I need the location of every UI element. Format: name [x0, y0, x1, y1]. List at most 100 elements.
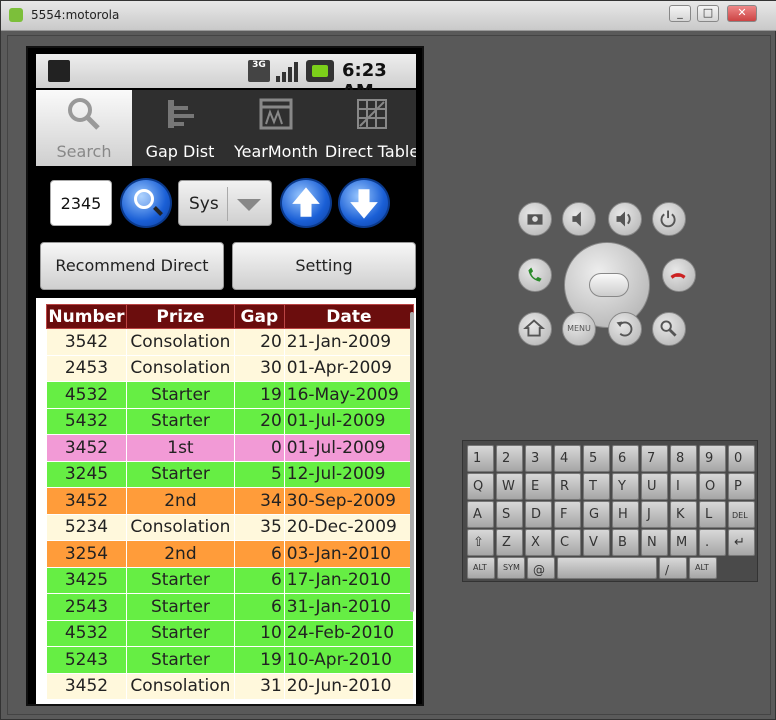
mode-spinner[interactable]: Sys	[178, 180, 272, 226]
key-0-9[interactable]: 0	[728, 445, 755, 472]
key-3-0[interactable]: ⇧	[467, 529, 494, 556]
minimize-button[interactable]: _	[669, 5, 691, 22]
key-3-2[interactable]: X	[525, 529, 552, 556]
key-3-9[interactable]: ↵	[728, 529, 755, 556]
scroll-down-button[interactable]	[338, 178, 390, 228]
cell-gap: 31	[233, 672, 285, 700]
key-2-9[interactable]: DEL	[728, 501, 755, 528]
key-label: ↵	[734, 535, 745, 550]
key-0-3[interactable]: 4	[554, 445, 581, 472]
key-bottom-4[interactable]: /	[659, 557, 687, 579]
key-2-3[interactable]: F	[554, 501, 581, 528]
table-row[interactable]: 3425 Starter 6 17-Jan-2010	[46, 566, 415, 594]
key-3-8[interactable]: .	[699, 529, 726, 556]
number-input[interactable]: 2345	[50, 180, 112, 226]
key-0-8[interactable]: 9	[699, 445, 726, 472]
key-3-4[interactable]: V	[583, 529, 610, 556]
key-label: @	[533, 563, 545, 577]
back-button[interactable]	[608, 312, 642, 346]
key-bottom-0[interactable]: ALT	[467, 557, 495, 579]
key-bottom-2[interactable]: @	[527, 557, 555, 579]
key-1-8[interactable]: O	[699, 473, 726, 500]
table-row[interactable]: 2543 Starter 6 31-Jan-2010	[46, 593, 415, 621]
key-1-1[interactable]: W	[496, 473, 523, 500]
key-2-8[interactable]: L	[699, 501, 726, 528]
key-1-0[interactable]: Q	[467, 473, 494, 500]
table-row[interactable]: 4532 Starter 19 16-May-2009	[46, 381, 415, 409]
call-button[interactable]	[518, 258, 552, 292]
volume-up-button[interactable]	[608, 202, 642, 236]
end-call-button[interactable]	[662, 258, 696, 292]
key-1-2[interactable]: E	[525, 473, 552, 500]
key-3-5[interactable]: B	[612, 529, 639, 556]
search-button[interactable]	[120, 178, 172, 228]
power-button[interactable]	[652, 202, 686, 236]
cell-gap: 30	[233, 354, 285, 382]
cell-prize: Starter	[125, 646, 235, 674]
key-0-0[interactable]: 1	[467, 445, 494, 472]
key-1-4[interactable]: T	[583, 473, 610, 500]
table-row[interactable]: 3245 Starter 5 12-Jul-2009	[46, 460, 415, 488]
cell-prize: Starter	[125, 407, 235, 435]
key-1-3[interactable]: R	[554, 473, 581, 500]
setting-button[interactable]: Setting	[232, 242, 416, 290]
key-2-4[interactable]: G	[583, 501, 610, 528]
key-2-1[interactable]: S	[496, 501, 523, 528]
recommend-direct-button[interactable]: Recommend Direct	[40, 242, 224, 290]
table-row[interactable]: 3542 Consolation 20 21-Jan-2009	[46, 328, 415, 356]
cell-number: 5432	[46, 407, 127, 435]
table-row[interactable]: 3452 Consolation 31 20-Jun-2010	[46, 672, 415, 700]
maximize-button[interactable]: □	[697, 5, 719, 22]
key-0-4[interactable]: 5	[583, 445, 610, 472]
space-key[interactable]	[557, 557, 657, 579]
table-row[interactable]: 5234 Consolation 35 20-Dec-2009	[46, 513, 415, 541]
key-1-9[interactable]: P	[728, 473, 755, 500]
key-2-6[interactable]: J	[641, 501, 668, 528]
key-1-6[interactable]: U	[641, 473, 668, 500]
key-0-5[interactable]: 6	[612, 445, 639, 472]
key-2-7[interactable]: K	[670, 501, 697, 528]
key-label: V	[589, 535, 598, 550]
tab-gap-dist[interactable]: Gap Dist	[132, 90, 228, 166]
key-1-7[interactable]: I	[670, 473, 697, 500]
table-row[interactable]: 2453 Consolation 30 01-Apr-2009	[46, 354, 415, 382]
menu-button[interactable]: MENU	[562, 312, 596, 346]
key-3-6[interactable]: N	[641, 529, 668, 556]
key-2-5[interactable]: H	[612, 501, 639, 528]
key-1-5[interactable]: Y	[612, 473, 639, 500]
tab-search[interactable]: Search	[36, 90, 132, 166]
tab-direct-table[interactable]: Direct Table	[324, 90, 416, 166]
key-0-2[interactable]: 3	[525, 445, 552, 472]
key-0-1[interactable]: 2	[496, 445, 523, 472]
camera-button[interactable]	[518, 202, 552, 236]
close-button[interactable]: ✕	[727, 5, 757, 22]
key-bottom-1[interactable]: SYM	[497, 557, 525, 579]
key-label: R	[560, 479, 570, 494]
dpad-center-button[interactable]	[589, 273, 629, 297]
results-table-container[interactable]: Number Prize Gap Date 3542 Consolation 20 2…	[36, 298, 416, 704]
volume-down-button[interactable]	[562, 202, 596, 236]
key-label: ALT	[695, 563, 709, 572]
table-row[interactable]: 3452 2nd 34 30-Sep-2009	[46, 487, 415, 515]
key-3-1[interactable]: Z	[496, 529, 523, 556]
table-row[interactable]: 5243 Starter 19 10-Apr-2010	[46, 646, 415, 674]
scroll-up-button[interactable]	[280, 178, 332, 228]
menu-icon: MENU	[567, 324, 591, 333]
table-row[interactable]: 3452 1st 0 01-Jul-2009	[46, 434, 415, 462]
table-row[interactable]: 3254 2nd 6 03-Jan-2010	[46, 540, 415, 568]
key-bottom-7[interactable]: ALT	[689, 557, 717, 579]
key-2-0[interactable]: A	[467, 501, 494, 528]
scrollbar[interactable]	[410, 312, 414, 612]
home-button[interactable]	[518, 312, 552, 346]
table-row[interactable]: 4532 Starter 10 24-Feb-2010	[46, 619, 415, 647]
key-label: G	[589, 507, 600, 522]
hardware-search-button[interactable]	[652, 312, 686, 346]
key-0-6[interactable]: 7	[641, 445, 668, 472]
key-0-7[interactable]: 8	[670, 445, 697, 472]
key-3-3[interactable]: C	[554, 529, 581, 556]
key-3-7[interactable]: M	[670, 529, 697, 556]
key-2-2[interactable]: D	[525, 501, 552, 528]
tab-yearmonth[interactable]: YearMonth	[228, 90, 324, 166]
table-row[interactable]: 5432 Starter 20 01-Jul-2009	[46, 407, 415, 435]
cell-prize: Starter	[125, 593, 235, 621]
